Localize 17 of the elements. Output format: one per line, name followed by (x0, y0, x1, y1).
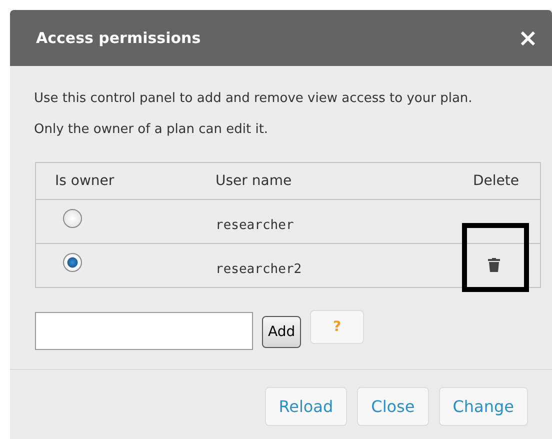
footer-button[interactable]: Close (357, 387, 429, 426)
username-field[interactable] (35, 312, 253, 350)
footer-button[interactable]: Change (438, 387, 528, 426)
column-header: Is owner (36, 162, 216, 200)
dialog-title: Access permissions (36, 28, 201, 49)
help-button[interactable]: ? (310, 310, 364, 344)
column-header: Delete (398, 162, 540, 200)
close-button[interactable]: × (518, 26, 538, 50)
description-text: Use this control panel to add and remove view access to your plan. Only the owner of a plan can edit it. (33, 90, 474, 139)
add-button[interactable]: Add (262, 316, 302, 348)
footer-button[interactable]: Reload (264, 387, 348, 426)
table-cell: researcher2 (216, 262, 302, 277)
column-header: User name (216, 162, 398, 200)
table-cell: researcher (216, 218, 294, 233)
trash-icon[interactable] (488, 258, 500, 272)
owner-radio[interactable] (63, 208, 82, 228)
owner-radio[interactable] (63, 252, 82, 272)
